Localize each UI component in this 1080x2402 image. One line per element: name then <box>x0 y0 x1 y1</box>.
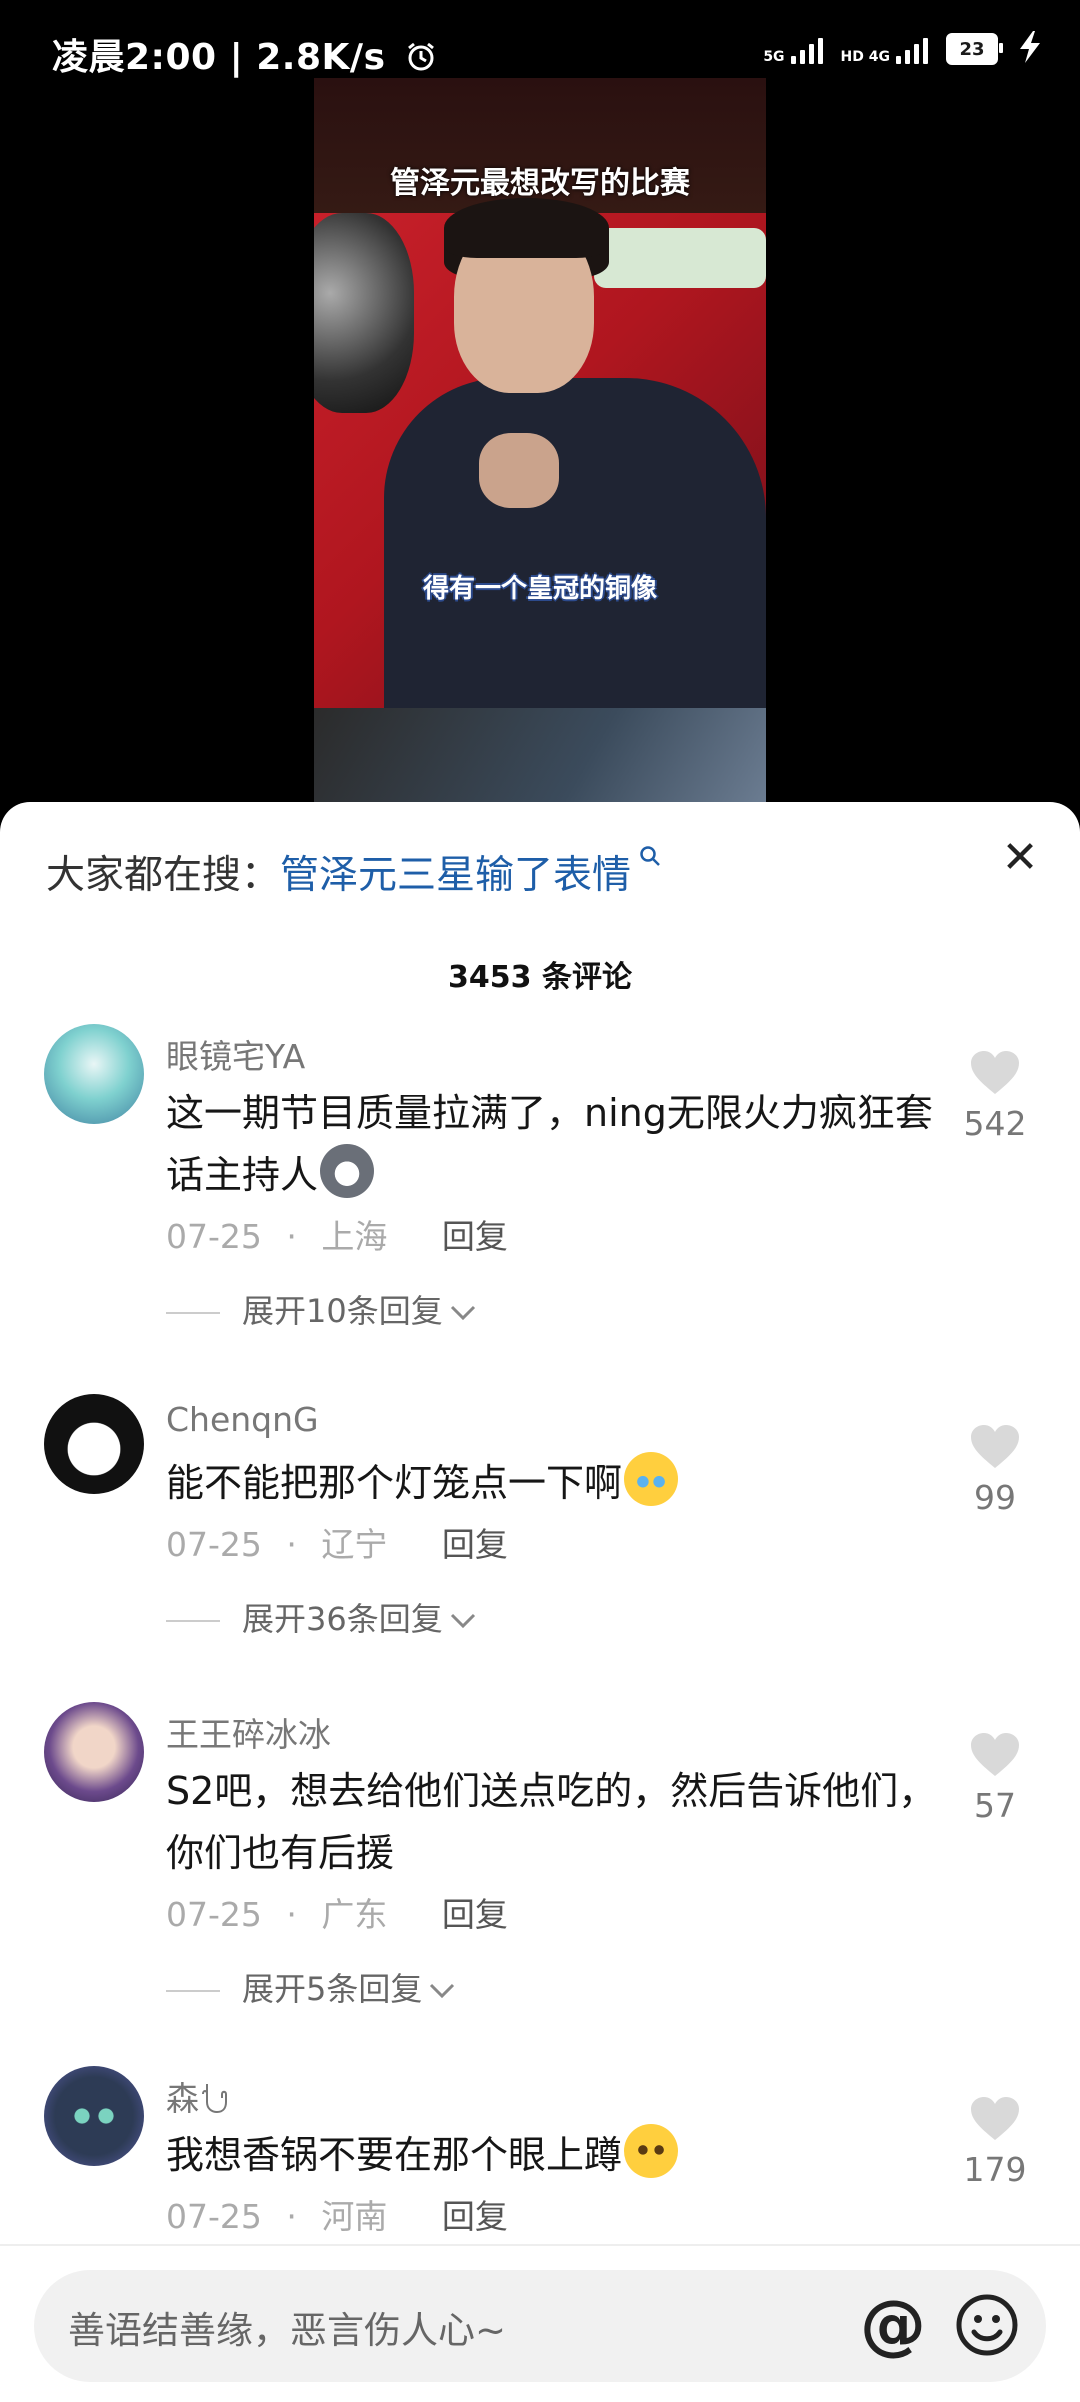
battery-icon: 23 <box>946 33 1003 65</box>
comment-input-bar: 善语结善缘，恶言伤人心~ @ <box>0 2244 1080 2402</box>
comment-username[interactable]: ChenqnG <box>166 1400 319 1439</box>
comment-text: 能不能把那个灯笼点一下啊 <box>166 1452 956 1514</box>
pleading-emoji-icon <box>624 2124 679 2178</box>
comment-count: 3453 条评论 <box>448 960 632 995</box>
comment-location: 广东 <box>321 1895 388 1934</box>
avatar[interactable] <box>44 2066 144 2166</box>
comment-username[interactable]: 眼镜宅YA <box>166 1030 305 1078</box>
video-person-hair-top <box>444 198 609 258</box>
comment-meta: 07-25 · 辽宁 回复 <box>166 1518 508 1566</box>
comment-username[interactable]: 森 <box>166 2072 229 2122</box>
comment-date: 07-25 <box>166 1525 262 1564</box>
video-caption: 得有一个皇冠的铜像 <box>422 574 657 604</box>
comment-date: 07-25 <box>166 1895 262 1934</box>
comment-text-content: 能不能把那个灯笼点一下啊 <box>166 1461 623 1505</box>
video-person-hand <box>479 433 559 508</box>
heart-icon <box>971 2097 1019 2140</box>
alarm-clock-icon <box>405 41 437 82</box>
expand-replies-label: 展开36条回复 <box>242 1600 443 1638</box>
avatar[interactable] <box>44 1024 144 1124</box>
status-time: 凌晨2:00 | 2.8K/s <box>52 28 437 82</box>
close-icon[interactable]: ✕ <box>998 836 1042 880</box>
comment-meta: 07-25 · 上海 回复 <box>166 1210 508 1258</box>
chevron-down-icon <box>449 1607 477 1637</box>
expand-replies-button[interactable]: 展开36条回复 <box>166 1594 477 1640</box>
reply-button[interactable]: 回复 <box>442 1525 508 1564</box>
like-count: 179 <box>963 2150 1027 2189</box>
crying-emoji-icon <box>624 1452 679 1506</box>
comment-date: 07-25 <box>166 2197 262 2236</box>
comment-location: 辽宁 <box>321 1525 388 1564</box>
video-person-body <box>384 378 766 708</box>
expand-replies-button[interactable]: 展开5条回复 <box>166 1964 456 2010</box>
status-time-text: 凌晨2:00 | 2.8K/s <box>52 37 386 78</box>
video-bottom-area <box>314 708 766 802</box>
expand-line <box>166 1312 220 1314</box>
search-icon <box>631 844 661 874</box>
reply-button[interactable]: 回复 <box>442 1217 508 1256</box>
comment-input-placeholder: 善语结善缘，恶言伤人心~ <box>68 2309 507 2352</box>
meta-separator: · <box>286 1895 297 1934</box>
video-player[interactable]: 管泽元最想改写的比赛 得有一个皇冠的铜像 <box>314 78 766 802</box>
expand-replies-label: 展开5条回复 <box>242 1970 423 2008</box>
like-count: 57 <box>974 1786 1016 1825</box>
comment-date: 07-25 <box>166 1217 262 1256</box>
expand-replies-button[interactable]: 展开10条回复 <box>166 1286 477 1332</box>
expand-line <box>166 1620 220 1622</box>
chevron-down-icon <box>428 1977 456 2007</box>
comment-text-content: 我想香锅不要在那个眼上蹲 <box>166 2133 623 2177</box>
comment-sheet: 大家都在搜：管泽元三星输了表情 ✕ 3453 条评论 眼镜宅YA 这一期节目质量… <box>0 802 1080 2400</box>
like-button[interactable]: 99 <box>950 1424 1040 1517</box>
heart-icon <box>971 1051 1019 1094</box>
meta-separator: · <box>286 1217 297 1256</box>
meta-separator: · <box>286 2197 297 2236</box>
hot-search[interactable]: 大家都在搜：管泽元三星输了表情 <box>46 844 661 900</box>
net-type-1: 5G <box>763 49 785 65</box>
comment-location: 上海 <box>321 1217 388 1256</box>
comment-input[interactable]: 善语结善缘，恶言伤人心~ @ <box>34 2270 1046 2382</box>
hot-search-link[interactable]: 管泽元三星输了表情 <box>280 853 631 898</box>
like-button[interactable]: 179 <box>950 2096 1040 2189</box>
video-board <box>594 228 766 288</box>
reply-button[interactable]: 回复 <box>442 2197 508 2236</box>
reply-button[interactable]: 回复 <box>442 1895 508 1934</box>
expand-replies-label: 展开10条回复 <box>242 1292 443 1330</box>
net-type-2: HD 4G <box>840 49 890 65</box>
like-button[interactable]: 542 <box>950 1050 1040 1143</box>
heart-icon <box>971 1425 1019 1468</box>
signal-4g-icon: HD 4G <box>841 34 928 64</box>
hot-search-prefix: 大家都在搜： <box>46 853 281 898</box>
meta-separator: · <box>286 1525 297 1564</box>
at-mention-icon[interactable]: @ <box>860 2288 926 2362</box>
comment-text-content: 这一期节目质量拉满了，ning无限火力疯狂套话主持人 <box>166 1091 933 1197</box>
emoji-smile-icon[interactable] <box>954 2292 1020 2358</box>
video-car <box>314 213 414 413</box>
husky-emoji-icon <box>320 1144 375 1198</box>
lightning-icon <box>1016 30 1044 68</box>
like-count: 99 <box>974 1478 1016 1517</box>
comment-text: 我想香锅不要在那个眼上蹲 <box>166 2124 956 2186</box>
video-title: 管泽元最想改写的比赛 <box>390 166 690 201</box>
avatar[interactable] <box>44 1394 144 1494</box>
like-button[interactable]: 57 <box>950 1732 1040 1825</box>
battery-level: 23 <box>959 38 985 60</box>
comment-meta: 07-25 · 河南 回复 <box>166 2190 508 2238</box>
comment-username-text: 森 <box>166 2079 199 2118</box>
comment-username[interactable]: 王王碎冰冰 <box>166 1708 331 1756</box>
expand-line <box>166 1990 220 1992</box>
comment-text: 这一期节目质量拉满了，ning无限火力疯狂套话主持人 <box>166 1082 956 1206</box>
hand-emoji-icon <box>201 2080 229 2122</box>
comment-text-content: S2吧，想去给他们送点吃的，然后告诉他们，你们也有后援 <box>166 1769 937 1875</box>
comment-location: 河南 <box>321 2197 388 2236</box>
like-count: 542 <box>963 1104 1027 1143</box>
chevron-down-icon <box>449 1299 477 1329</box>
avatar[interactable] <box>44 1702 144 1802</box>
comment-meta: 07-25 · 广东 回复 <box>166 1888 508 1936</box>
status-icons: 5G HD 4G 23 <box>763 30 1044 68</box>
signal-5g-icon: 5G <box>763 34 823 65</box>
comment-text: S2吧，想去给他们送点吃的，然后告诉他们，你们也有后援 <box>166 1760 956 1884</box>
heart-icon <box>971 1733 1019 1776</box>
